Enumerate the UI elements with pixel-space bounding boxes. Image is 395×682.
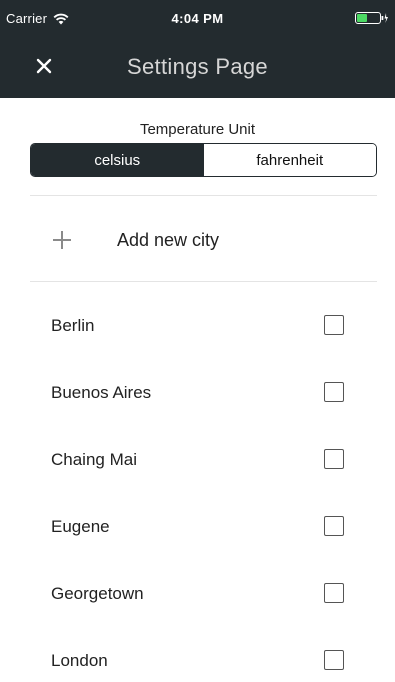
city-checkbox[interactable]	[324, 650, 344, 670]
city-checkbox[interactable]	[324, 583, 344, 603]
city-name: Buenos Aires	[51, 383, 152, 402]
city-checkbox[interactable]	[324, 382, 344, 402]
nav-bar: Settings Page	[0, 42, 395, 90]
city-checkbox[interactable]	[324, 516, 344, 536]
temperature-unit-label: Temperature Unit	[139, 121, 256, 138]
header: Carrier 4:04 PM Settings Page	[0, 0, 395, 98]
city-checkbox[interactable]	[324, 449, 344, 469]
city-name: Berlin	[51, 316, 95, 335]
city-name: London	[51, 651, 108, 670]
city-row-buenos-aires[interactable]: Buenos Aires	[0, 359, 395, 426]
plus-icon	[52, 230, 72, 250]
settings-screen: Carrier 4:04 PM Settings Page Temperatur…	[0, 0, 395, 682]
battery-icon	[355, 12, 388, 24]
city-name: Eugene	[51, 517, 110, 536]
fahrenheit-option[interactable]: fahrenheit	[203, 144, 376, 176]
temperature-unit-toggle: celsius fahrenheit	[30, 143, 377, 177]
city-name: Chaing Mai	[51, 450, 137, 469]
city-row-georgetown[interactable]: Georgetown	[0, 560, 395, 627]
celsius-option[interactable]: celsius	[31, 144, 204, 176]
page-title: Settings Page	[127, 54, 268, 79]
city-row-berlin[interactable]: Berlin	[0, 292, 395, 359]
add-city-label: Add new city	[117, 229, 220, 250]
city-row-chaing-mai[interactable]: Chaing Mai	[0, 426, 395, 493]
status-bar: Carrier 4:04 PM	[0, 0, 395, 38]
city-row-london[interactable]: London	[0, 627, 395, 682]
city-list: Berlin Buenos Aires Chaing Mai Eugene Ge…	[0, 292, 395, 682]
city-name: Georgetown	[51, 584, 144, 603]
city-row-eugene[interactable]: Eugene	[0, 493, 395, 560]
city-checkbox[interactable]	[324, 315, 344, 335]
status-time: 4:04 PM	[171, 11, 224, 26]
divider	[30, 281, 377, 282]
add-city-button[interactable]: Add new city	[30, 210, 377, 270]
divider	[30, 195, 377, 196]
